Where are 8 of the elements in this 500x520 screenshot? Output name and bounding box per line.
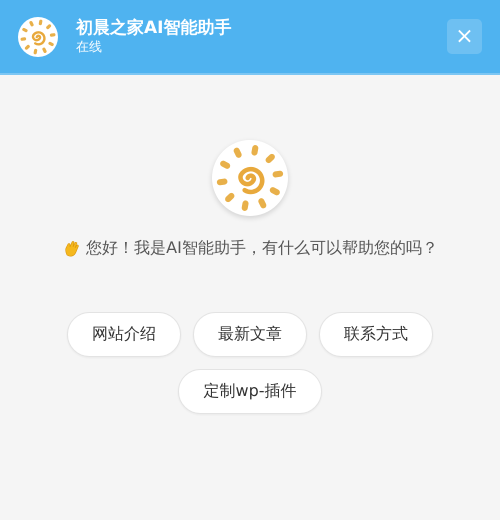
quick-reply-button[interactable]: 定制wp-插件 (178, 369, 322, 414)
quick-reply-button[interactable]: 联系方式 (319, 312, 433, 357)
sun-logo-icon (18, 16, 58, 56)
quick-reply-button[interactable]: 网站介绍 (67, 312, 181, 357)
greeting-message: 您好！我是AI智能助手，有什么可以帮助您的吗？ (86, 238, 438, 259)
chat-title: 初晨之家AI智能助手 (76, 16, 232, 38)
online-status: 在线 (76, 38, 103, 56)
quick-reply-button[interactable]: 最新文章 (193, 312, 307, 357)
